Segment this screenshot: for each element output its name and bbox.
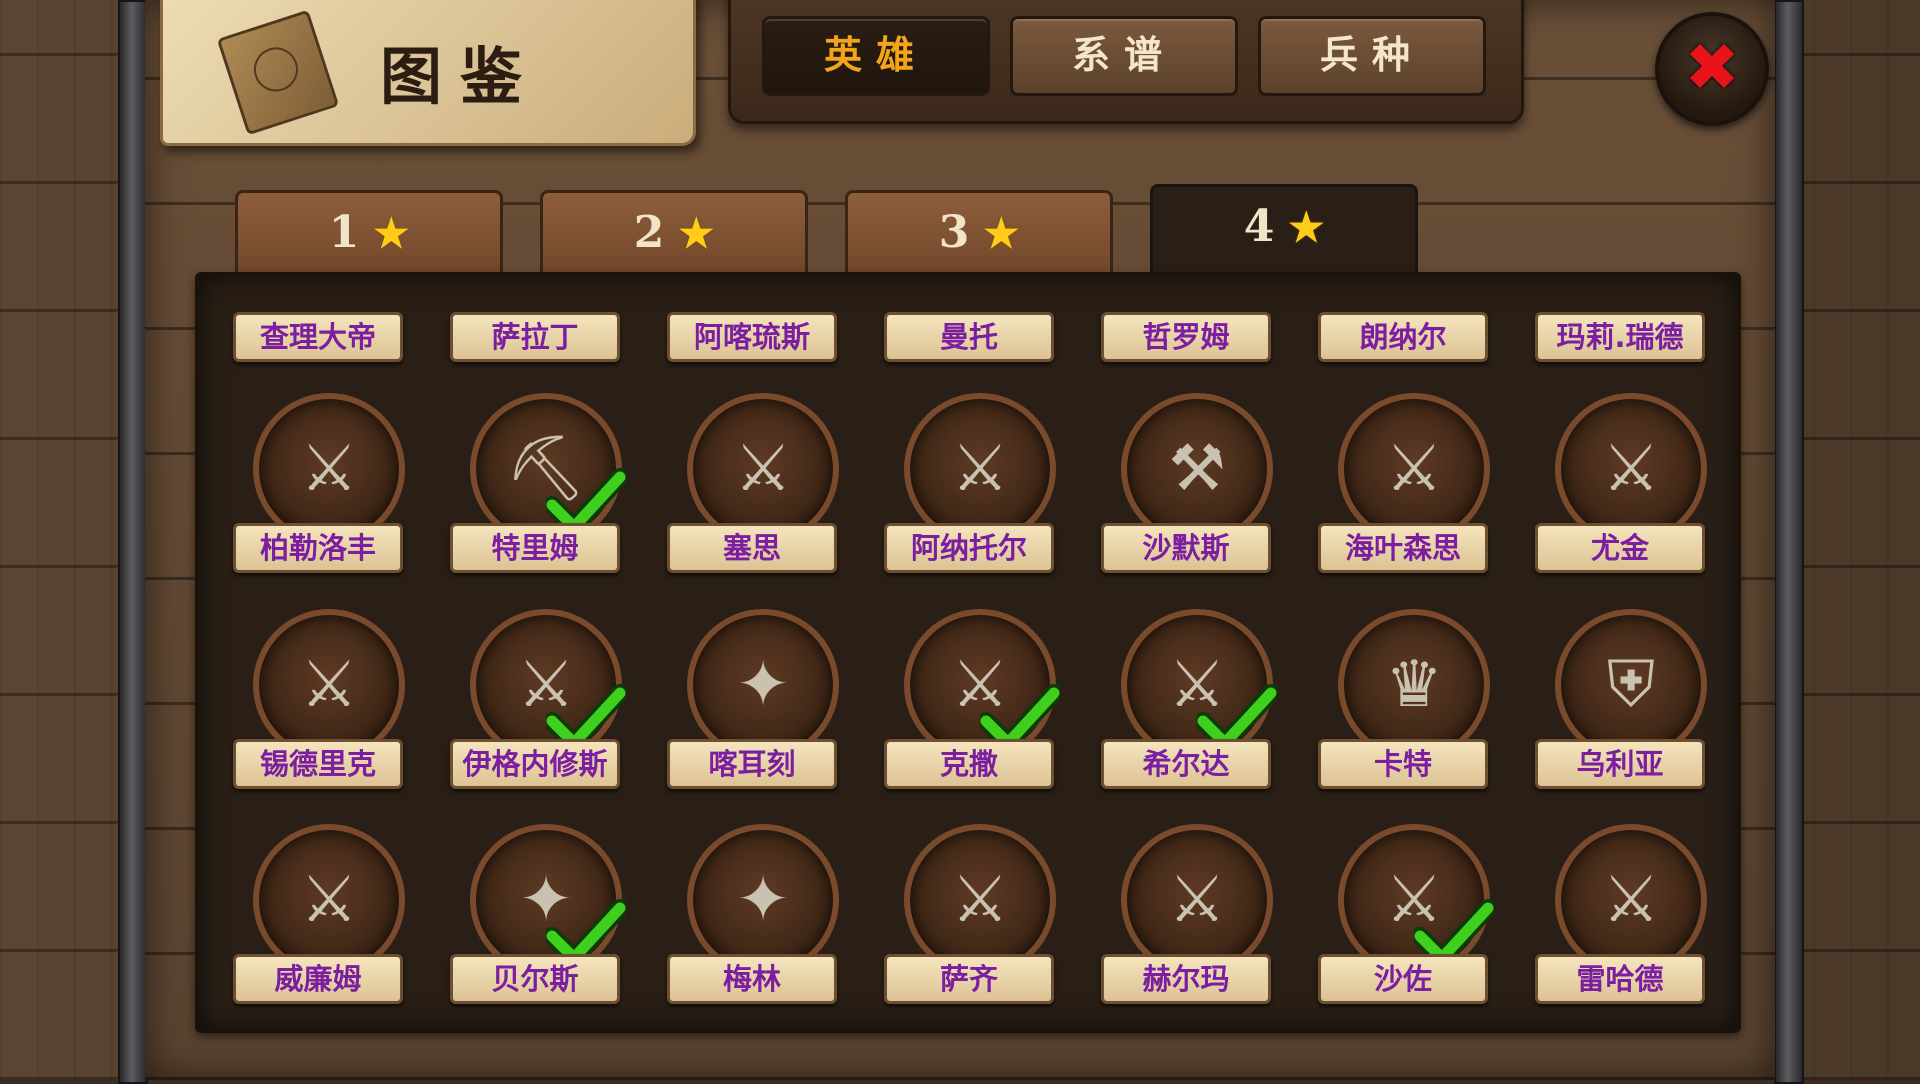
hero-card[interactable]: ⚔ 沙佐: [1318, 804, 1494, 1014]
hero-name-label: 哲罗姆: [1101, 312, 1271, 362]
hero-name-label: 阿喀琉斯: [667, 312, 837, 362]
hero-card[interactable]: 哲罗姆: [1101, 312, 1271, 362]
hero-figure-icon: ⚔: [951, 432, 1009, 506]
hero-name-label: 曼托: [884, 312, 1054, 362]
hero-card[interactable]: ✦ 喀耳刻: [667, 589, 839, 799]
hero-figure-icon: ⛨: [1607, 648, 1655, 722]
hero-name-label: 喀耳刻: [667, 739, 837, 789]
hero-figure-icon: ⚔: [1602, 863, 1660, 937]
right-iron-rail: [1774, 0, 1804, 1084]
close-icon: ✖: [1684, 29, 1740, 106]
hero-figure-icon: ✦: [736, 648, 790, 722]
star-tab-number: 3: [938, 207, 970, 258]
hero-figure-icon: ⚔: [1385, 432, 1443, 506]
page-title: 图鉴: [380, 40, 541, 113]
hero-name-label: 赫尔玛: [1101, 954, 1271, 1004]
hero-name-label: 沙默斯: [1101, 523, 1271, 573]
left-iron-rail: [118, 0, 148, 1084]
tab-1-star[interactable]: 1 ★: [235, 190, 503, 284]
star-tab-number: 1: [328, 207, 360, 258]
hero-name-label: 萨拉丁: [450, 312, 620, 362]
hero-name-label: 克撒: [884, 739, 1054, 789]
hero-figure-icon: ⚒: [1168, 432, 1226, 506]
hero-card[interactable]: ⚔ 塞思: [667, 373, 839, 583]
hero-card[interactable]: ✦ 贝尔斯: [450, 804, 626, 1014]
hero-card[interactable]: 朗纳尔: [1318, 312, 1488, 362]
hero-name-label: 柏勒洛丰: [233, 523, 403, 573]
hero-figure-icon: ⚔: [300, 648, 358, 722]
close-button[interactable]: ✖: [1655, 12, 1769, 126]
hero-figure-icon: ♛: [1385, 648, 1443, 722]
hero-name-label: 锡德里克: [233, 739, 403, 789]
hero-card[interactable]: ⚔ 希尔达: [1101, 589, 1277, 799]
hero-card[interactable]: ✦ 梅林: [667, 804, 839, 1014]
star-icon: ★: [1288, 204, 1325, 251]
hero-name-label: 伊格内修斯: [450, 739, 620, 789]
hero-name-label: 梅林: [667, 954, 837, 1004]
tab-lineage[interactable]: 系谱: [1010, 16, 1238, 96]
hero-figure-icon: ⚔: [1602, 432, 1660, 506]
hero-card[interactable]: ⚔ 赫尔玛: [1101, 804, 1273, 1014]
star-tab-number: 4: [1243, 201, 1275, 252]
hero-grid-panel: 查理大帝 萨拉丁 阿喀琉斯 曼托 哲罗姆 朗纳尔 玛莉.瑞德 ⚔ 柏勒洛丰 ⛏ 特里姆 ⚔ 塞思 ⚔ 阿纳托…: [195, 272, 1741, 1033]
tab-2-star[interactable]: 2 ★: [540, 190, 808, 284]
hero-card[interactable]: ⚔ 威廉姆: [233, 804, 405, 1014]
hero-figure-icon: ⚔: [951, 863, 1009, 937]
hero-name-label: 威廉姆: [233, 954, 403, 1004]
hero-card[interactable]: 萨拉丁: [450, 312, 620, 362]
tab-3-star[interactable]: 3 ★: [845, 190, 1113, 284]
hero-figure-icon: ⚔: [1168, 863, 1226, 937]
star-icon: ★: [373, 210, 410, 257]
star-tab-number: 2: [633, 207, 665, 258]
hero-name-label: 萨齐: [884, 954, 1054, 1004]
hero-name-label: 塞思: [667, 523, 837, 573]
hero-card[interactable]: 查理大帝: [233, 312, 403, 362]
hero-card[interactable]: ⚔ 尤金: [1535, 373, 1707, 583]
hero-card[interactable]: ⚔ 萨齐: [884, 804, 1056, 1014]
hero-card[interactable]: ⛨ 乌利亚: [1535, 589, 1707, 799]
hero-figure-icon: ⚔: [300, 432, 358, 506]
tab-heroes[interactable]: 英雄: [762, 16, 990, 96]
hero-name-label: 特里姆: [450, 523, 620, 573]
hero-figure-icon: ✦: [736, 863, 790, 937]
hero-figure-icon: ⚔: [734, 432, 792, 506]
hero-name-label: 查理大帝: [233, 312, 403, 362]
hero-card[interactable]: ⛏ 特里姆: [450, 373, 626, 583]
hero-name-label: 尤金: [1535, 523, 1705, 573]
hero-card[interactable]: 玛莉.瑞德: [1535, 312, 1705, 362]
hero-figure-icon: ⚔: [300, 863, 358, 937]
hero-card[interactable]: ⚔ 锡德里克: [233, 589, 405, 799]
hero-name-label: 雷哈德: [1535, 954, 1705, 1004]
hero-name-label: 朗纳尔: [1318, 312, 1488, 362]
hero-card[interactable]: 阿喀琉斯: [667, 312, 837, 362]
hero-name-label: 希尔达: [1101, 739, 1271, 789]
hero-name-label: 卡特: [1318, 739, 1488, 789]
hero-card[interactable]: ⚒ 沙默斯: [1101, 373, 1273, 583]
tab-troops[interactable]: 兵种: [1258, 16, 1486, 96]
hero-card[interactable]: ⚔ 阿纳托尔: [884, 373, 1056, 583]
hero-card[interactable]: ♛ 卡特: [1318, 589, 1490, 799]
hero-card[interactable]: ⚔ 海叶森思: [1318, 373, 1490, 583]
star-icon: ★: [983, 210, 1020, 257]
hero-card[interactable]: ⚔ 柏勒洛丰: [233, 373, 405, 583]
hero-card[interactable]: 曼托: [884, 312, 1054, 362]
hero-card[interactable]: ⚔ 伊格内修斯: [450, 589, 626, 799]
hero-name-label: 阿纳托尔: [884, 523, 1054, 573]
hero-name-label: 海叶森思: [1318, 523, 1488, 573]
hero-name-label: 玛莉.瑞德: [1535, 312, 1705, 362]
hero-card[interactable]: ⚔ 克撒: [884, 589, 1060, 799]
hero-name-label: 乌利亚: [1535, 739, 1705, 789]
star-icon: ★: [678, 210, 715, 257]
hero-card[interactable]: ⚔ 雷哈德: [1535, 804, 1707, 1014]
hero-name-label: 贝尔斯: [450, 954, 620, 1004]
hero-name-label: 沙佐: [1318, 954, 1488, 1004]
